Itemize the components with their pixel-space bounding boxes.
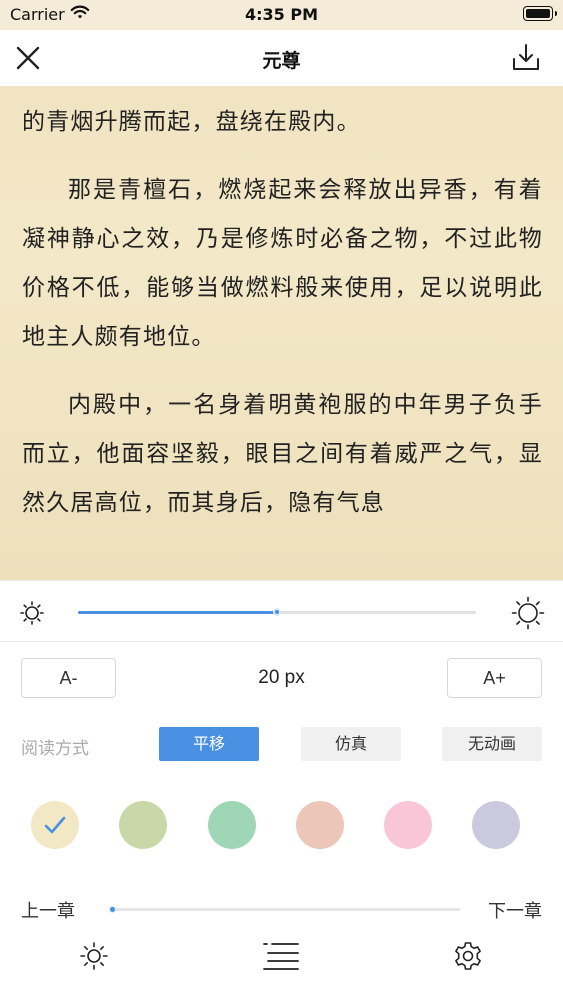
bottom-tab-bar [0, 938, 563, 978]
font-increase-button[interactable]: A+ [447, 658, 542, 698]
divider [0, 641, 563, 642]
nav-bar: 元尊 [0, 30, 563, 86]
brightness-row [0, 595, 563, 631]
brightness-icon[interactable] [78, 940, 110, 972]
next-chapter-button[interactable]: 下一章 [488, 897, 542, 923]
table-of-contents-icon[interactable] [262, 940, 300, 972]
reader-paragraph: 那是青檀石，燃烧起来会释放出异香，有着凝神静心之效，乃是修炼时必备之物，不过此物… [22, 177, 543, 350]
reader-paragraph: 内殿中，一名身着明黄袍服的中年男子负手而立，他面容坚毅，眼目之间有着威严之气，显… [22, 392, 543, 516]
sun-small-icon [18, 599, 46, 631]
chapter-progress-slider[interactable] [109, 906, 460, 913]
reading-mode-label: 阅读方式 [21, 739, 89, 759]
reader-settings-panel: A- 20 px A+ 阅读方式 平移 仿真 无动画 上一章 下一章 [0, 580, 563, 1000]
battery-icon [523, 6, 557, 21]
brightness-slider-thumb[interactable] [273, 608, 281, 616]
reader-text: 对天庭明时问殿之中，蓝石铺地，气势威严，殿内有着长明灯燃烧，其中燃烧着一颗青石，… [22, 30, 543, 547]
settings-gear-icon[interactable] [452, 940, 484, 972]
font-size-row: A- 20 px A+ [0, 658, 563, 700]
sun-large-icon [511, 596, 545, 634]
mode-option-pan[interactable]: 平移 [159, 727, 259, 761]
background-swatch[interactable] [208, 801, 256, 849]
mode-option-simulation[interactable]: 仿真 [301, 727, 401, 761]
brightness-slider[interactable] [78, 608, 476, 616]
background-swatch[interactable] [119, 801, 167, 849]
page-title: 元尊 [262, 50, 301, 72]
reading-mode-row: 阅读方式 平移 仿真 无动画 [0, 727, 563, 763]
chapter-progress-thumb[interactable] [109, 906, 116, 913]
background-swatch[interactable] [296, 801, 344, 849]
background-color-row [0, 801, 563, 851]
status-time: 4:35 PM [244, 5, 318, 24]
status-bar: Carrier 4:35 PM [0, 0, 563, 30]
background-swatch[interactable] [472, 801, 520, 849]
checkmark-icon [43, 813, 67, 841]
reader-content[interactable]: 对天庭明时问殿之中，蓝石铺地，气势威严，殿内有着长明灯燃烧，其中燃烧着一颗青石，… [0, 30, 563, 580]
previous-chapter-button[interactable]: 上一章 [21, 897, 75, 923]
chapter-progress-row: 上一章 下一章 [0, 897, 563, 927]
background-swatch[interactable] [31, 801, 79, 849]
background-swatch[interactable] [384, 801, 432, 849]
download-icon[interactable] [511, 42, 541, 72]
mode-option-no-animation[interactable]: 无动画 [442, 727, 542, 761]
